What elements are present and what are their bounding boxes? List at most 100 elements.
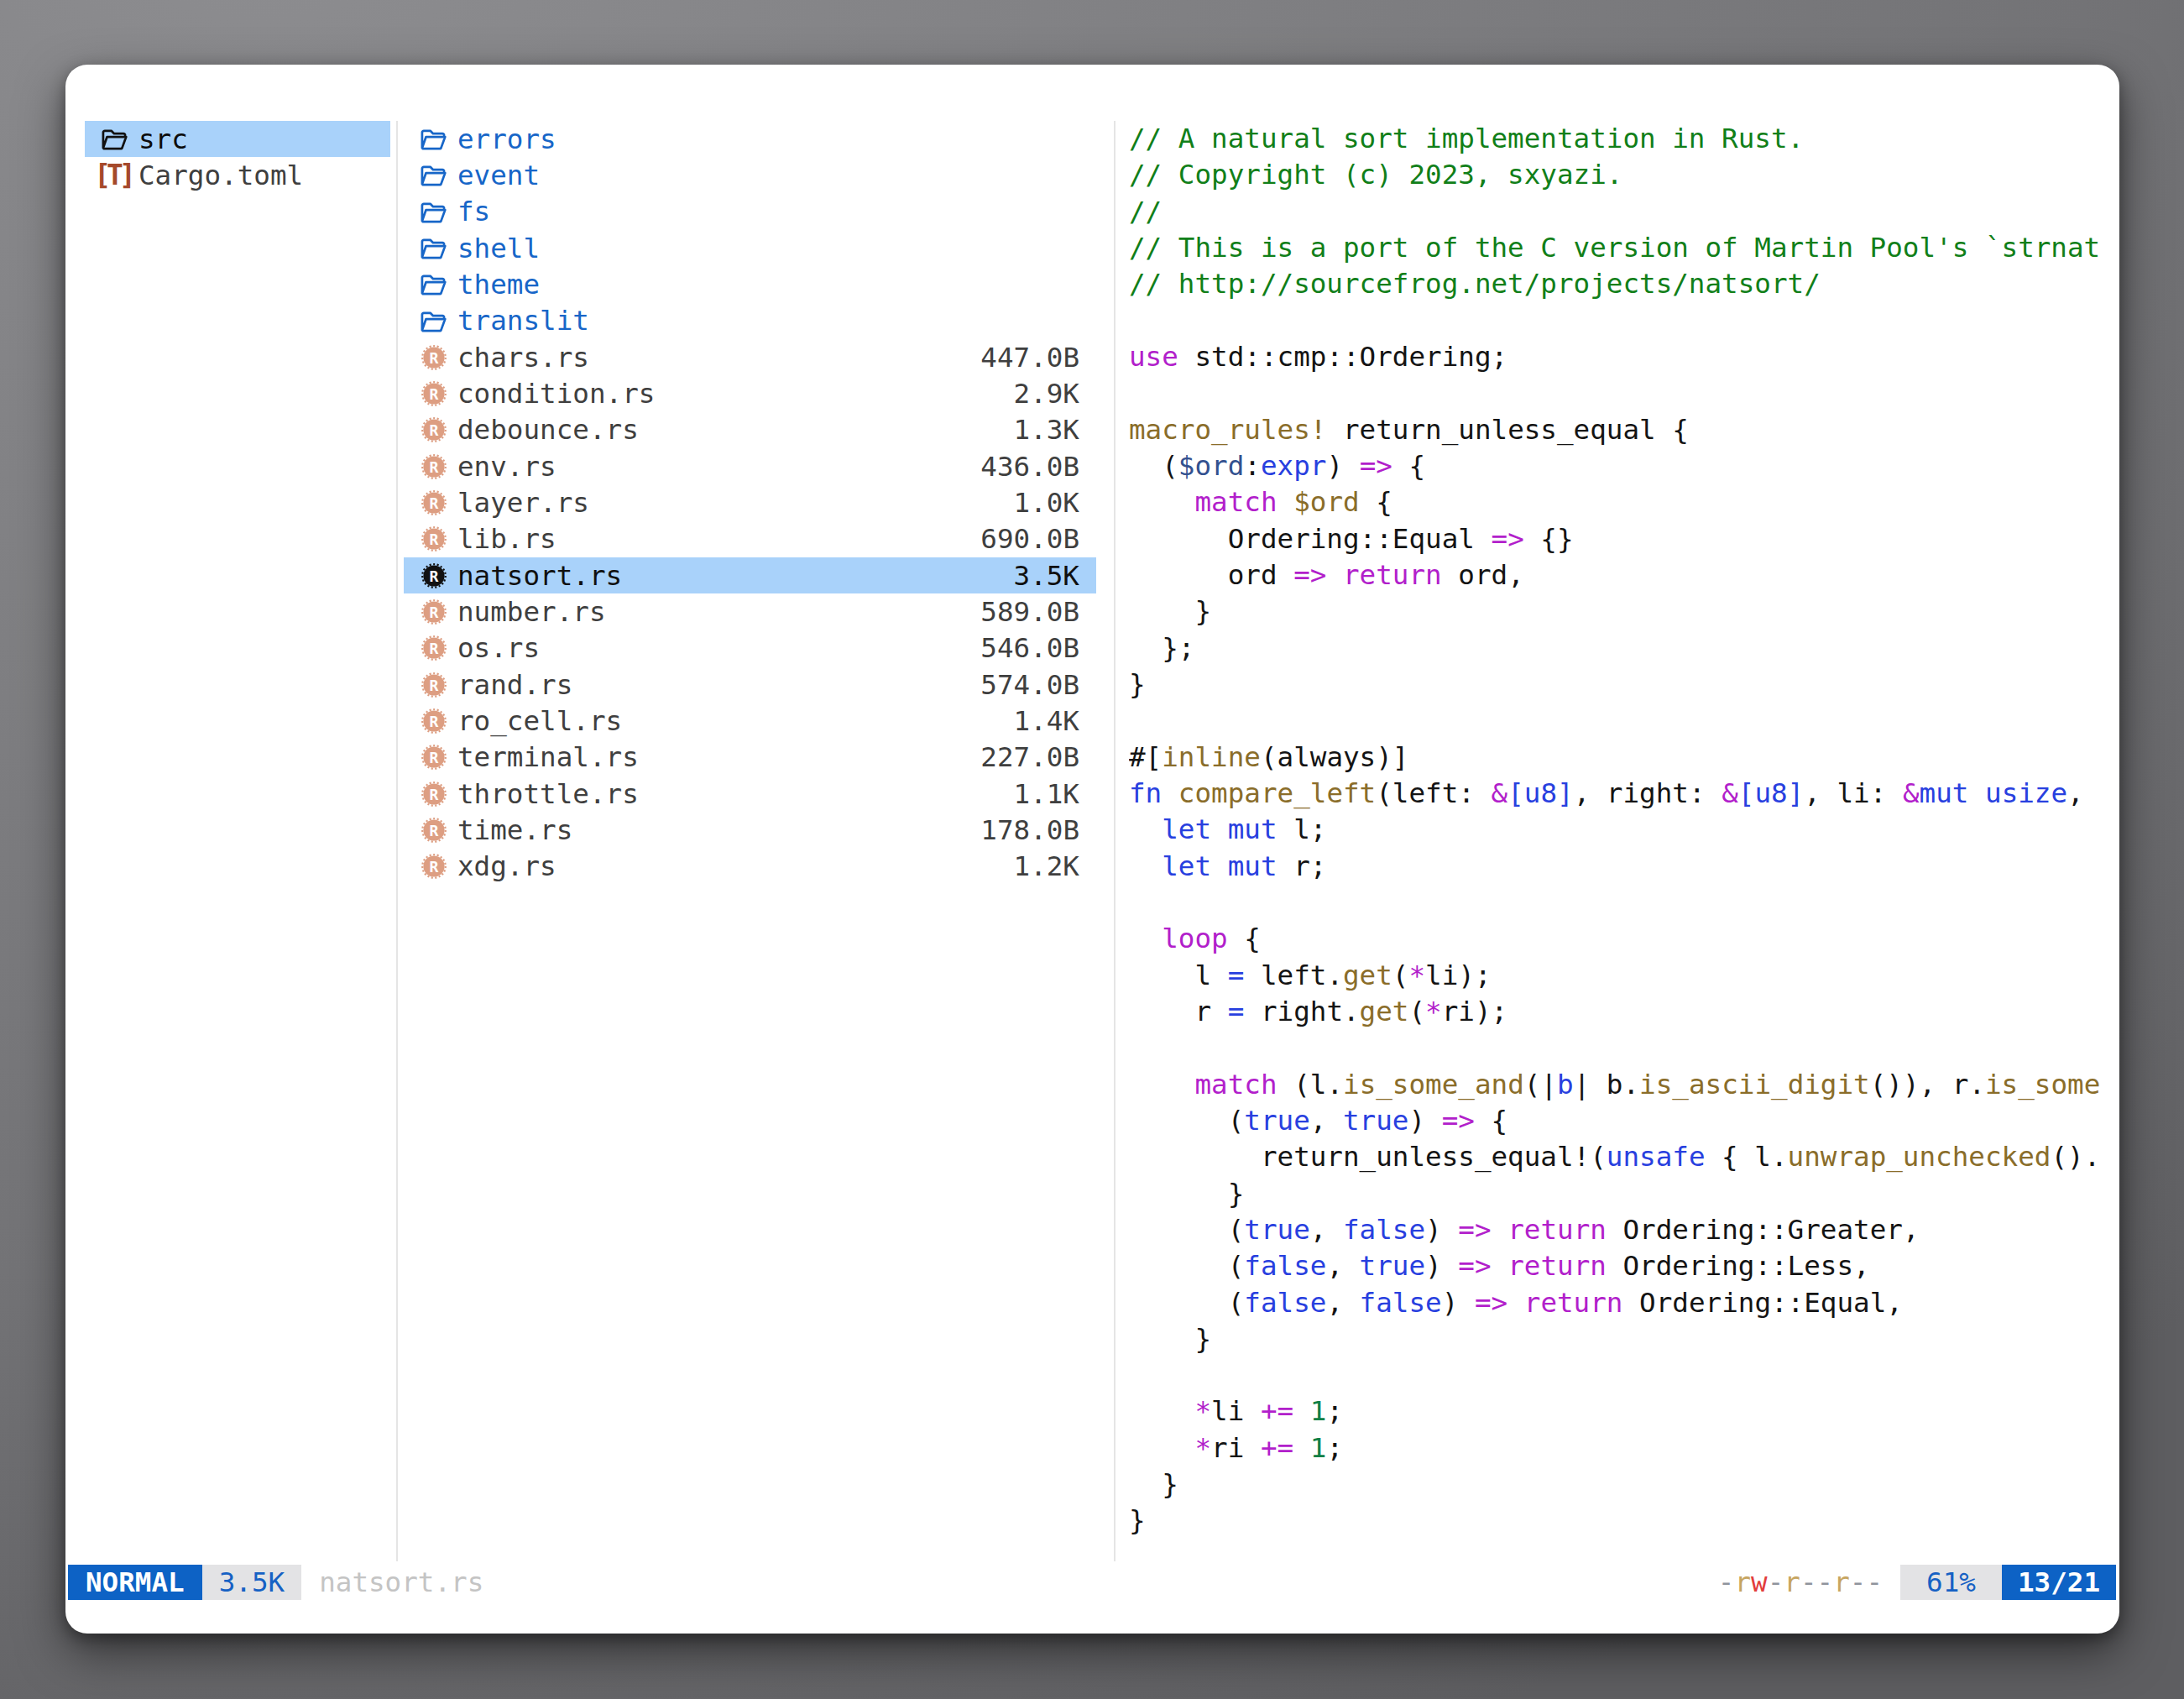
file-size: 589.0B bbox=[980, 596, 1079, 628]
code-line: ord => return ord, bbox=[1129, 557, 2118, 593]
file-name: lib.rs bbox=[457, 523, 556, 555]
svg-text:R: R bbox=[429, 712, 438, 729]
folder-row-errors[interactable]: errors bbox=[404, 121, 1096, 157]
code-line: *li += 1; bbox=[1129, 1393, 2118, 1430]
code-line: } bbox=[1129, 1466, 2118, 1503]
code-line: } bbox=[1129, 667, 2118, 703]
file-row-xdg.rs[interactable]: Rxdg.rs1.2K bbox=[404, 849, 1096, 885]
file-row-natsort.rs[interactable]: Rnatsort.rs 3.5K bbox=[404, 557, 1096, 593]
file-row-ro_cell.rs[interactable]: Rro_cell.rs 1.4K bbox=[404, 703, 1096, 739]
file-name: src bbox=[138, 123, 188, 155]
code-line bbox=[1129, 375, 2118, 411]
folder-row-fs[interactable]: fs bbox=[404, 194, 1096, 230]
file-name: os.rs bbox=[457, 632, 540, 664]
svg-text:R: R bbox=[429, 749, 438, 766]
code-line: loop { bbox=[1129, 921, 2118, 957]
rust-file-icon: R bbox=[421, 672, 447, 698]
file-name: chars.rs bbox=[457, 342, 589, 374]
code-line: return_unless_equal!(unsafe { l.unwrap_u… bbox=[1129, 1139, 2118, 1175]
rust-file-icon: R bbox=[421, 562, 447, 589]
svg-text:R: R bbox=[429, 457, 438, 475]
code-line: (true, true) => { bbox=[1129, 1103, 2118, 1139]
rust-file-icon: R bbox=[421, 853, 447, 880]
file-row-number.rs[interactable]: Rnumber.rs589.0B bbox=[404, 593, 1096, 630]
mode-badge: NORMAL bbox=[68, 1565, 202, 1600]
code-line: // This is a port of the C version of Ma… bbox=[1129, 230, 2118, 266]
file-name: shell bbox=[457, 233, 540, 264]
code-line: // Copyright (c) 2023, sxyazi. bbox=[1129, 157, 2118, 193]
code-line: // http://sourcefrog.net/projects/natsor… bbox=[1129, 266, 2118, 302]
file-size: 546.0B bbox=[980, 632, 1079, 664]
file-name: condition.rs bbox=[457, 378, 655, 410]
rust-file-icon: R bbox=[421, 344, 447, 371]
code-line: (false, false) => return Ordering::Equal… bbox=[1129, 1285, 2118, 1321]
open-folder-icon bbox=[420, 163, 447, 187]
file-row-rand.rs[interactable]: Rrand.rs574.0B bbox=[404, 667, 1096, 703]
code-line: // A natural sort implementation in Rust… bbox=[1129, 121, 2118, 157]
code-line: } bbox=[1129, 593, 2118, 630]
file-row-lib.rs[interactable]: Rlib.rs690.0B bbox=[404, 521, 1096, 557]
code-line: (false, true) => return Ordering::Less, bbox=[1129, 1248, 2118, 1284]
code-line: match $ord { bbox=[1129, 484, 2118, 520]
current-pane: errors event fs shell theme translit Rch… bbox=[404, 121, 1096, 885]
file-size: 3.5K bbox=[1014, 560, 1079, 592]
code-line bbox=[1129, 1030, 2118, 1066]
svg-text:R: R bbox=[429, 531, 438, 548]
code-line: // bbox=[1129, 194, 2118, 230]
file-size: 436.0B bbox=[980, 451, 1079, 483]
file-name: time.rs bbox=[457, 814, 572, 846]
rust-file-icon: R bbox=[421, 708, 447, 734]
open-folder-icon bbox=[420, 200, 447, 224]
file-name: errors bbox=[457, 123, 556, 155]
file-row-throttle.rs[interactable]: Rthrottle.rs1.1K bbox=[404, 776, 1096, 812]
rust-file-icon: R bbox=[421, 744, 447, 771]
code-line: macro_rules! return_unless_equal { bbox=[1129, 412, 2118, 448]
rust-file-icon: R bbox=[421, 453, 447, 480]
file-size: 1.2K bbox=[1014, 850, 1079, 882]
code-line: let mut l; bbox=[1129, 812, 2118, 848]
file-row-layer.rs[interactable]: Rlayer.rs 1.0K bbox=[404, 484, 1096, 520]
svg-text:R: R bbox=[429, 348, 438, 366]
file-row-terminal.rs[interactable]: Rterminal.rs 227.0B bbox=[404, 740, 1096, 776]
file-name: env.rs bbox=[457, 451, 556, 483]
file-size: 1.1K bbox=[1014, 778, 1079, 810]
file-name: ro_cell.rs bbox=[457, 705, 622, 737]
folder-row-translit[interactable]: translit bbox=[404, 303, 1096, 339]
folder-row-theme[interactable]: theme bbox=[404, 266, 1096, 302]
code-line: } bbox=[1129, 1321, 2118, 1357]
rust-file-icon: R bbox=[421, 781, 447, 808]
code-line: Ordering::Equal => {} bbox=[1129, 521, 2118, 557]
file-row-env.rs[interactable]: Renv.rs 436.0B bbox=[404, 448, 1096, 484]
file-row-debounce.rs[interactable]: Rdebounce.rs1.3K bbox=[404, 412, 1096, 448]
folder-row-event[interactable]: event bbox=[404, 157, 1096, 193]
code-line: match (l.is_some_and(|b| b.is_ascii_digi… bbox=[1129, 1067, 2118, 1103]
file-size: 1.4K bbox=[1014, 705, 1079, 737]
file-row-condition.rs[interactable]: Rcondition.rs2.9K bbox=[404, 375, 1096, 411]
folder-row-shell[interactable]: shell bbox=[404, 230, 1096, 266]
code-line: l = left.get(*li); bbox=[1129, 958, 2118, 994]
open-folder-icon bbox=[420, 272, 447, 296]
file-row-Cargo.toml[interactable]: [T]Cargo.toml bbox=[85, 157, 390, 193]
code-line: let mut r; bbox=[1129, 849, 2118, 885]
code-line bbox=[1129, 303, 2118, 339]
rust-file-icon: R bbox=[421, 489, 447, 516]
file-row-time.rs[interactable]: Rtime.rs178.0B bbox=[404, 812, 1096, 848]
folder-row-src[interactable]: src bbox=[85, 121, 390, 157]
file-size: 227.0B bbox=[980, 741, 1079, 773]
svg-text:R: R bbox=[429, 603, 438, 620]
code-line: } bbox=[1129, 1176, 2118, 1212]
svg-text:R: R bbox=[429, 858, 438, 876]
file-name: natsort.rs bbox=[457, 560, 622, 592]
pane-separator-right bbox=[1114, 121, 1116, 1561]
code-line bbox=[1129, 885, 2118, 921]
pane-separator-left bbox=[396, 121, 398, 1561]
file-name: terminal.rs bbox=[457, 741, 639, 773]
file-row-chars.rs[interactable]: Rchars.rs447.0B bbox=[404, 339, 1096, 375]
selected-file-size: 3.5K bbox=[202, 1565, 301, 1600]
file-size: 1.0K bbox=[1014, 487, 1079, 519]
file-name: layer.rs bbox=[457, 487, 589, 519]
rust-file-icon: R bbox=[421, 817, 447, 844]
open-folder-icon bbox=[420, 236, 447, 260]
file-row-os.rs[interactable]: Ros.rs546.0B bbox=[404, 630, 1096, 667]
open-folder-icon bbox=[420, 309, 447, 333]
